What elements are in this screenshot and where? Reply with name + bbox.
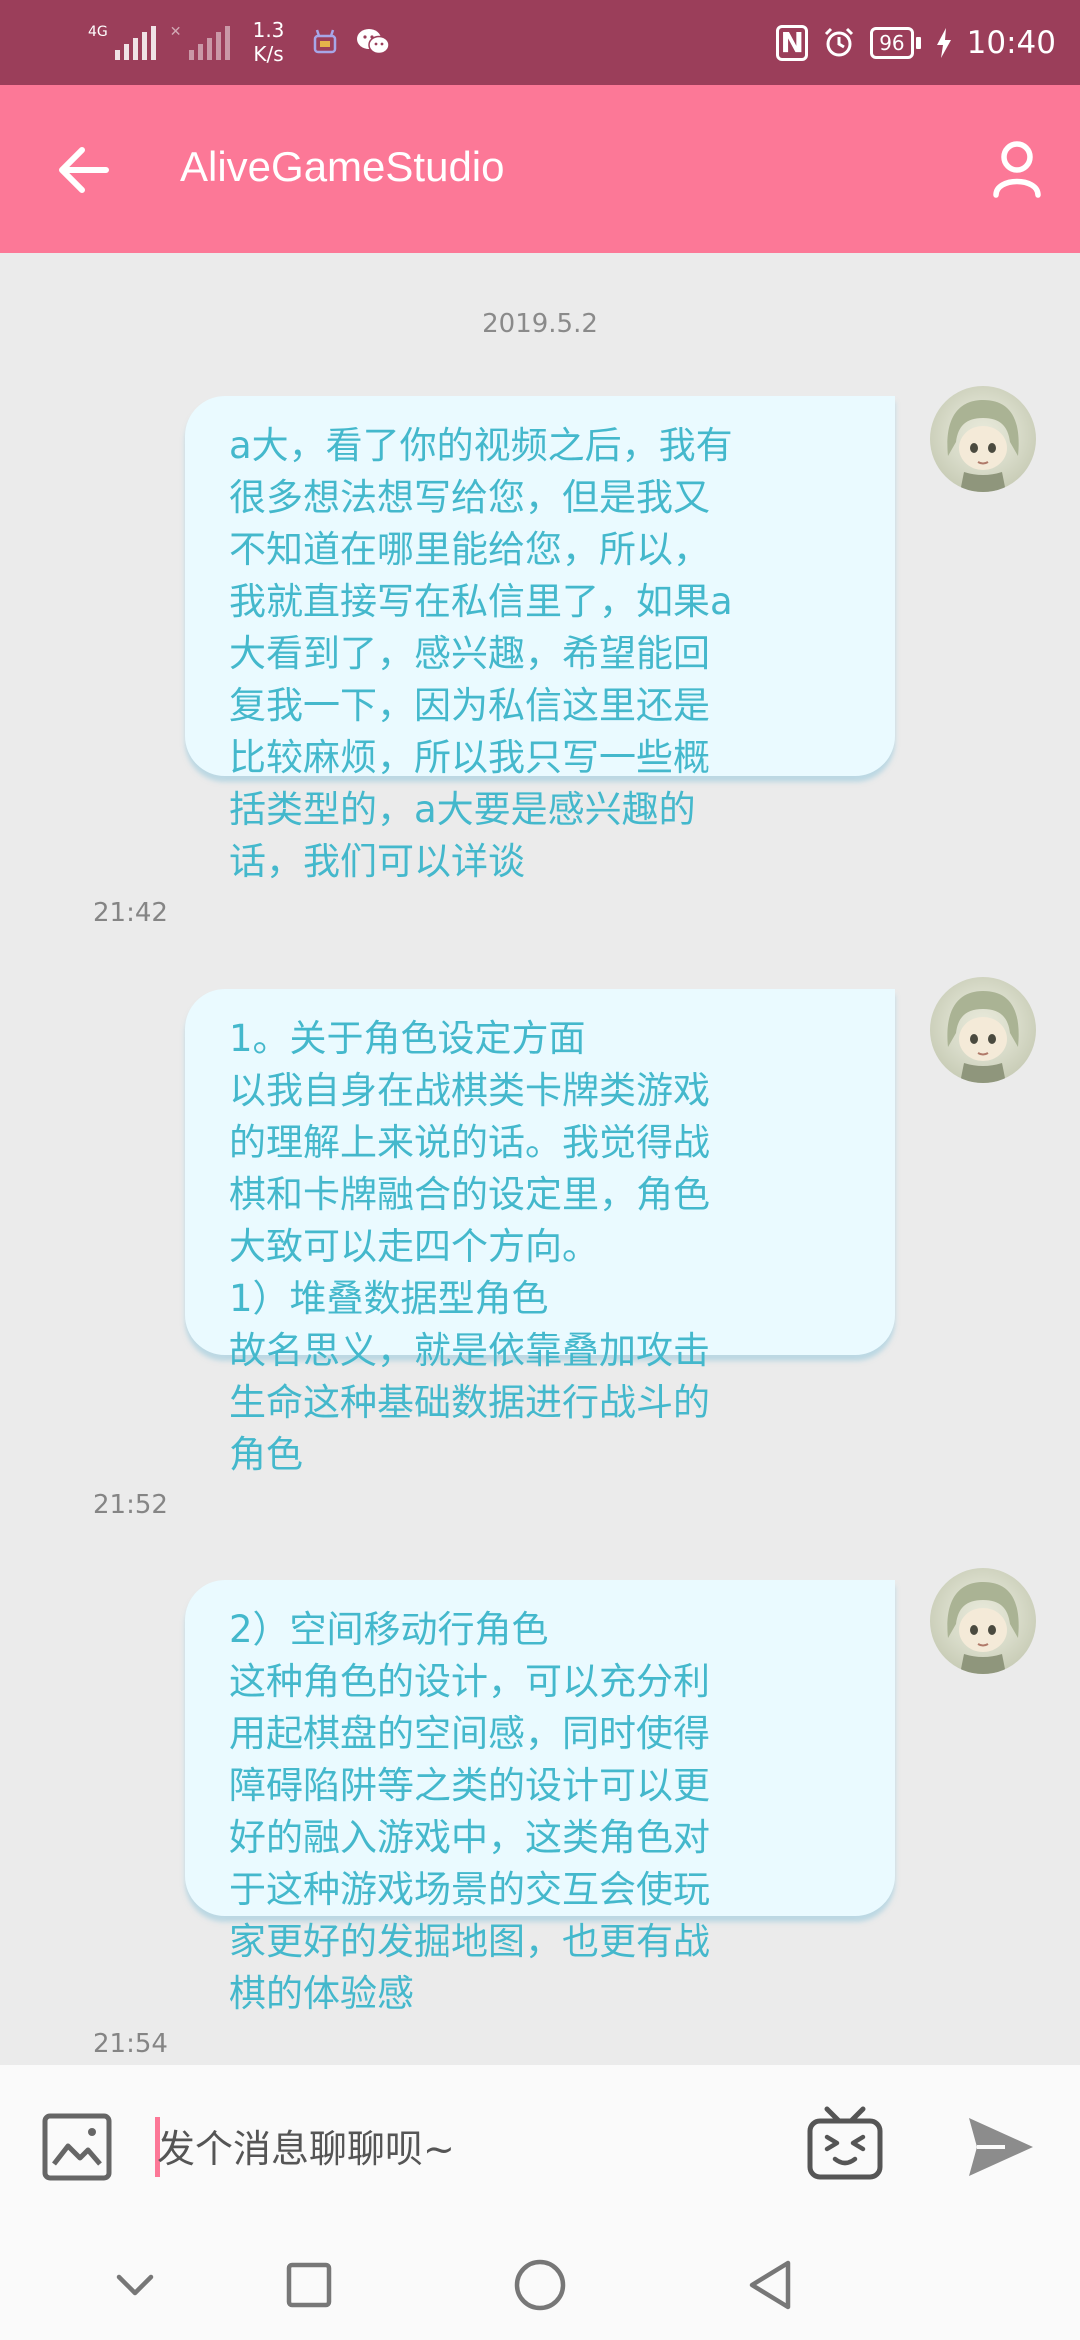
emoji-button[interactable] [805,2105,885,2185]
square-recents-icon [286,2262,332,2308]
battery-icon: 96 [870,27,921,59]
date-label: 2019.5.2 [482,309,598,339]
avatar[interactable] [930,977,1036,1083]
message-time: 21:54 [93,2029,168,2059]
alarm-icon [822,26,856,60]
page-title: AliveGameStudio [180,143,505,190]
avatar[interactable] [930,386,1036,492]
clock: 10:40 [966,25,1056,61]
avatar[interactable] [930,1568,1036,1674]
recents-button[interactable] [279,2255,339,2315]
message-input[interactable] [155,2110,779,2188]
profile-button[interactable] [982,133,1052,203]
avatar-image [947,400,1019,492]
triangle-back-icon [749,2260,791,2310]
message-time: 21:42 [93,898,168,928]
chat-header: AliveGameStudio [0,85,1080,253]
image-button[interactable] [40,2110,116,2186]
avatar-image [947,1582,1019,1674]
speed-value: 1.3 [252,18,285,42]
emoji-tv-icon [807,2106,883,2180]
chat-area[interactable]: 2019.5.2 a大，看了你的视频之后，我有 很多想法想写给您，但是我又 不知… [0,253,1080,2065]
speed-unit: K/s [253,42,284,66]
arrow-left-icon [59,147,109,193]
back-nav-button[interactable] [740,2255,800,2315]
home-button[interactable] [510,2255,570,2315]
chevron-down-icon [116,2274,154,2296]
message-bubble[interactable]: 1。关于角色设定方面 以我自身在战棋类卡牌类游戏 的理解上来说的话。我觉得战 棋… [185,989,895,1476]
status-left: 4G ✕ 1.3 K/s [88,18,390,66]
back-button[interactable] [48,135,118,205]
network-speed: 1.3 K/s [244,18,294,66]
system-nav-bar [0,2225,1080,2340]
app-notification-icon [308,25,342,59]
nfc-icon: N [776,25,809,61]
image-icon [42,2113,112,2181]
network-label: 4G [88,24,108,40]
message-bubble[interactable]: a大，看了你的视频之后，我有 很多想法想写给您，但是我又 不知道在哪里能给您，所… [185,396,895,883]
wechat-icon [356,25,390,59]
charging-icon [935,26,953,60]
status-right: N 96 10:40 [776,18,1056,68]
send-button[interactable] [965,2112,1037,2182]
user-icon [993,141,1041,198]
hide-nav-button[interactable] [105,2255,165,2315]
send-icon [969,2118,1033,2176]
signal-no-sim-icon: ✕ [170,24,230,60]
status-bar: 4G ✕ 1.3 K/s N 96 10:40 [0,0,1080,85]
battery-level: 96 [870,27,914,59]
avatar-image [947,991,1019,1083]
message-input-bar [0,2065,1080,2225]
message-time: 21:52 [93,1490,168,1520]
circle-home-icon [514,2259,566,2311]
signal-4g-icon: 4G [88,24,156,60]
message-bubble[interactable]: 2）空间移动行角色 这种角色的设计，可以充分利 用起棋盘的空间感，同时使得 障碍… [185,1580,895,2015]
